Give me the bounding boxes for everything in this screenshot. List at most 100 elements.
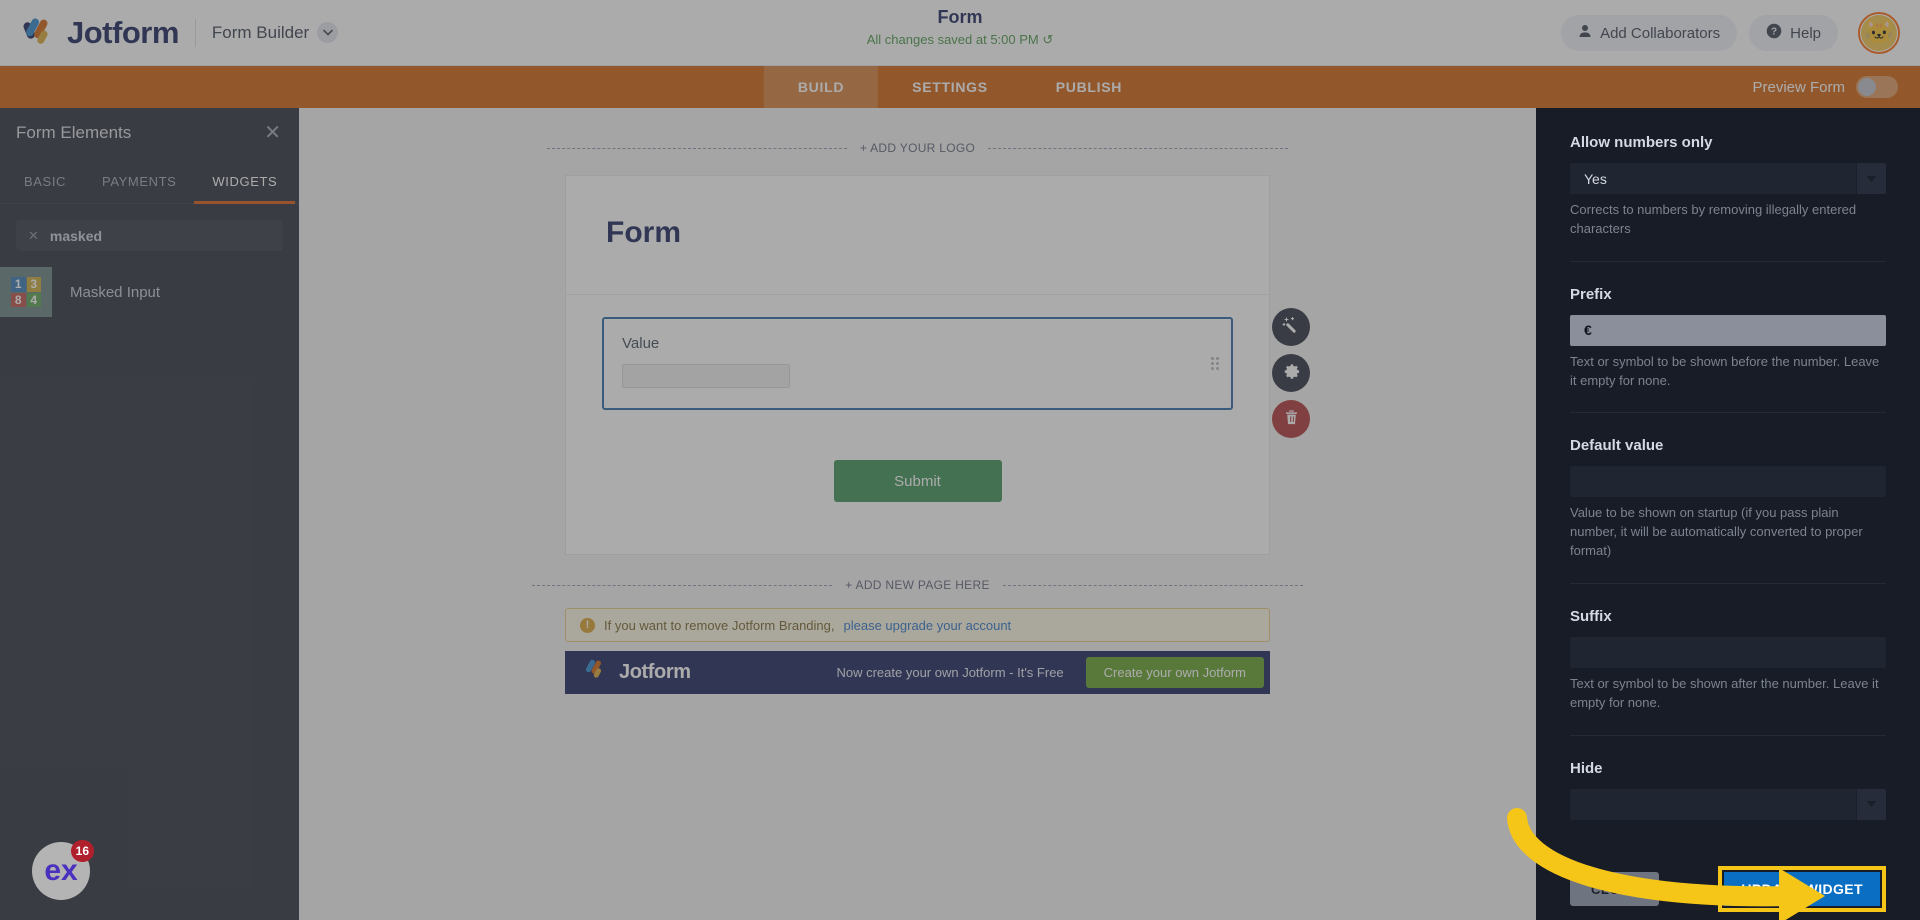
brand-name: Jotform: [67, 14, 179, 50]
jotform-promo-logo-text: Jotform: [619, 661, 691, 683]
add-page-label: + ADD NEW PAGE HERE: [845, 578, 990, 592]
add-logo-label: + ADD YOUR LOGO: [859, 141, 976, 155]
header-left: Jotform Form Builder: [0, 15, 339, 51]
icon-cell: 4: [26, 292, 41, 307]
app-root: Jotform Form Builder Form All changes sa…: [0, 0, 1920, 920]
divider: [988, 147, 1289, 149]
setting-hint: Text or symbol to be shown after the num…: [1570, 675, 1879, 710]
product-switcher[interactable]: Form Builder: [211, 22, 339, 43]
clear-search-icon[interactable]: ✕: [28, 228, 39, 244]
masked-input-field[interactable]: Value: [602, 317, 1233, 410]
main-navbar: BUILD SETTINGS PUBLISH Preview Form: [0, 66, 1920, 108]
help-label: Help: [1790, 24, 1821, 42]
field-label: Value: [622, 335, 660, 352]
setting-label: Hide: [1570, 759, 1603, 777]
tab-settings[interactable]: SETTINGS: [878, 66, 1022, 108]
settings-panel-footer: CLOSE UPDATE WIDGET: [1536, 858, 1920, 920]
jotform-logo-icon: [22, 16, 56, 50]
setting-label: Default value: [1570, 437, 1664, 455]
settings-scroll-area[interactable]: Allow numbers only Yes Corrects to numbe…: [1536, 108, 1920, 858]
close-button[interactable]: CLOSE: [1570, 872, 1660, 906]
setting-default-value: Default value Value to be shown on start…: [1570, 413, 1886, 584]
chevron-down-icon: [1856, 163, 1886, 194]
update-widget-button[interactable]: UPDATE WIDGET: [1724, 872, 1880, 906]
sidebar-header: Form Elements ✕: [0, 108, 299, 158]
divider: [546, 147, 847, 149]
form-card: Form Value Submit: [565, 175, 1270, 555]
setting-suffix: Suffix Text or symbol to be shown after …: [1570, 584, 1886, 736]
widget-list-item[interactable]: 1 3 8 4 Masked Input: [0, 267, 299, 317]
trash-icon: [1283, 409, 1300, 429]
product-name: Form Builder: [211, 22, 310, 42]
sidebar-tab-widgets[interactable]: WIDGETS: [194, 158, 296, 204]
avatar-glyph: 🐱: [1861, 15, 1897, 51]
setting-hint: Text or symbol to be shown before the nu…: [1570, 353, 1880, 388]
form-elements-sidebar: Form Elements ✕ BASIC PAYMENTS WIDGETS ✕…: [0, 108, 299, 920]
masked-value-input[interactable]: [622, 364, 790, 388]
sidebar-tab-payments[interactable]: PAYMENTS: [84, 158, 194, 204]
close-icon[interactable]: ✕: [264, 123, 281, 143]
tab-build[interactable]: BUILD: [763, 66, 879, 108]
preview-form-label: Preview Form: [1752, 78, 1845, 96]
search-input[interactable]: [49, 227, 271, 244]
update-widget-highlight: UPDATE WIDGET: [1718, 866, 1886, 912]
magic-wand-button[interactable]: [1272, 308, 1310, 346]
select-value: [1570, 788, 1856, 820]
prefix-input[interactable]: [1570, 314, 1886, 346]
divider: [194, 18, 196, 47]
gear-icon: [1282, 362, 1301, 384]
add-collaborators-button[interactable]: Add Collaborators: [1561, 15, 1738, 51]
default-value-input[interactable]: [1570, 466, 1886, 498]
sidebar-tab-basic[interactable]: BASIC: [6, 158, 84, 204]
setting-hint: Value to be shown on startup (if you pas…: [1570, 505, 1863, 559]
submit-button[interactable]: Submit: [833, 460, 1002, 502]
setting-label: Allow numbers only: [1570, 134, 1713, 151]
upgrade-account-link[interactable]: please upgrade your account: [844, 618, 1012, 633]
question-circle-icon: ?: [1766, 23, 1782, 43]
allow-numbers-only-select[interactable]: Yes: [1570, 163, 1886, 194]
create-own-jotform-button[interactable]: Create your own Jotform: [1085, 657, 1264, 688]
top-header: Jotform Form Builder Form All changes sa…: [0, 0, 1920, 66]
help-button[interactable]: ? Help: [1749, 15, 1838, 51]
branding-notice-text: If you want to remove Jotform Branding,: [604, 617, 835, 633]
form-heading: Form: [606, 216, 681, 249]
add-page-row[interactable]: + ADD NEW PAGE HERE: [299, 578, 1536, 592]
toggle-knob: [1858, 78, 1876, 96]
sidebar-title: Form Elements: [16, 123, 132, 142]
navbar-right: Preview Form: [1752, 66, 1898, 108]
ex-widget-icon[interactable]: ex 16: [32, 840, 94, 900]
jotform-logo-icon: [583, 658, 607, 687]
search-field[interactable]: ✕: [16, 220, 283, 251]
form-field-row: Value: [566, 295, 1269, 438]
hide-select[interactable]: [1570, 788, 1886, 820]
masked-input-icon: 1 3 8 4: [0, 267, 52, 317]
form-canvas: + ADD YOUR LOGO Form Value Submit + ADD …: [299, 108, 1536, 920]
svg-text:?: ?: [1771, 27, 1777, 38]
jotform-promo-text: Now create your own Jotform - It's Free: [836, 665, 1064, 680]
tab-publish[interactable]: PUBLISH: [1022, 66, 1156, 108]
delete-button[interactable]: [1272, 400, 1310, 438]
suffix-input[interactable]: [1570, 636, 1886, 668]
add-logo-row[interactable]: + ADD YOUR LOGO: [299, 141, 1536, 155]
branding-notice: ! If you want to remove Jotform Branding…: [565, 608, 1270, 642]
navbar-tabs: BUILD SETTINGS PUBLISH: [763, 66, 1156, 108]
preview-form-toggle[interactable]: [1856, 76, 1898, 98]
widget-settings-panel: Allow numbers only Yes Corrects to numbe…: [1536, 108, 1920, 920]
setting-label: Suffix: [1570, 607, 1612, 625]
add-collaborators-label: Add Collaborators: [1600, 24, 1721, 42]
setting-hint: Corrects to numbers by removing illegall…: [1570, 202, 1857, 236]
person-icon: [1578, 24, 1592, 42]
settings-gear-button[interactable]: [1272, 354, 1310, 392]
chevron-down-icon: [317, 22, 339, 43]
form-header-block[interactable]: Form: [566, 176, 1269, 295]
drag-dots-icon[interactable]: [1211, 356, 1221, 371]
notification-count-badge: 16: [70, 840, 94, 862]
magic-wand-icon: [1281, 316, 1301, 338]
brand-logo[interactable]: Jotform: [22, 15, 179, 51]
avatar[interactable]: 🐱: [1858, 12, 1900, 54]
icon-cell: 3: [26, 277, 41, 292]
setting-prefix: Prefix Text or symbol to be shown before…: [1570, 262, 1886, 414]
select-value: Yes: [1570, 163, 1856, 194]
icon-cell: 8: [11, 292, 26, 307]
widget-list-item-label: Masked Input: [70, 283, 161, 301]
